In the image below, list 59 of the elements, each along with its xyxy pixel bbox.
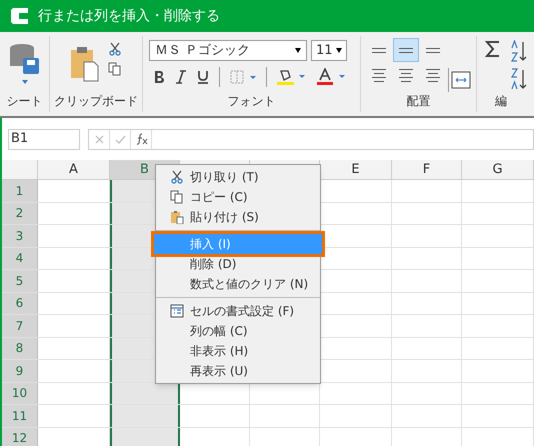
table-icon (170, 304, 184, 318)
caret-icon (295, 48, 301, 53)
underline-icon[interactable] (197, 70, 209, 84)
menu-item[interactable]: 列の幅 (C) (156, 321, 320, 341)
app-logo-icon (10, 7, 30, 25)
function-icon (134, 133, 148, 145)
font-color-icon[interactable] (317, 68, 347, 86)
row-header[interactable]: 7 (2, 315, 38, 336)
scissors-icon (108, 42, 122, 56)
row-header[interactable]: 2 (2, 202, 38, 224)
close-icon (94, 134, 104, 144)
row-header[interactable]: 10 (2, 382, 38, 404)
group-label: 配置 (406, 93, 430, 110)
row-header[interactable]: 8 (2, 338, 38, 359)
row-header[interactable]: 1 (2, 180, 38, 202)
menu-item[interactable]: 数式と値のクリア (N) (156, 274, 320, 294)
fill-color-icon[interactable] (277, 68, 307, 86)
font-size-dropdown[interactable]: 11 (311, 40, 347, 61)
row-header[interactable]: 4 (2, 248, 38, 269)
row-header[interactable]: 3 (2, 225, 38, 246)
copy-icon (170, 190, 184, 204)
column-header[interactable]: F (392, 160, 462, 179)
clipboard-icon (170, 210, 184, 224)
row-header[interactable]: 12 (2, 428, 38, 446)
menu-item[interactable]: 削除 (D) (156, 254, 320, 274)
menu-item[interactable]: セルの書式設定 (F) (156, 301, 320, 321)
name-box[interactable]: B1 (8, 128, 80, 150)
sum-icon[interactable] (485, 40, 501, 58)
table-cell[interactable] (110, 405, 180, 426)
font-name-dropdown[interactable]: ＭＳ Ｐゴシック (149, 40, 307, 61)
bold-icon[interactable] (153, 70, 165, 84)
align-middle-button[interactable] (393, 38, 419, 62)
menu-item[interactable]: 再表示 (U) (156, 361, 320, 381)
group-label: フォント (228, 93, 276, 110)
table-cell[interactable] (110, 428, 180, 446)
clipboard-icon[interactable] (70, 46, 100, 82)
column-header[interactable]: G (462, 160, 534, 179)
group-label: 編 (494, 93, 508, 110)
menu-item[interactable]: コピー (C) (156, 187, 320, 207)
group-label: クリップボード (54, 93, 138, 110)
row-header[interactable]: 9 (2, 360, 38, 382)
merge-cells-icon[interactable] (451, 71, 471, 89)
window-title: 行または列を挿入・削除する (38, 6, 220, 26)
border-icon[interactable] (230, 70, 256, 84)
menu-item[interactable]: 非表示 (H) (156, 341, 320, 361)
copy-icon (108, 62, 122, 76)
sort-descending-icon[interactable] (511, 68, 527, 90)
row-header[interactable]: 5 (2, 270, 38, 292)
caret-icon (336, 48, 342, 53)
caret-icon[interactable] (22, 80, 28, 84)
check-icon (114, 134, 126, 144)
group-label: シート (6, 93, 42, 110)
row-header[interactable]: 11 (2, 405, 38, 426)
table-cell[interactable] (110, 382, 180, 404)
italic-icon[interactable] (175, 70, 187, 84)
sort-ascending-icon[interactable] (511, 40, 527, 62)
menu-item[interactable]: 貼り付け (S) (156, 207, 320, 227)
scissors-icon (170, 170, 184, 184)
row-header[interactable]: 6 (2, 292, 38, 314)
